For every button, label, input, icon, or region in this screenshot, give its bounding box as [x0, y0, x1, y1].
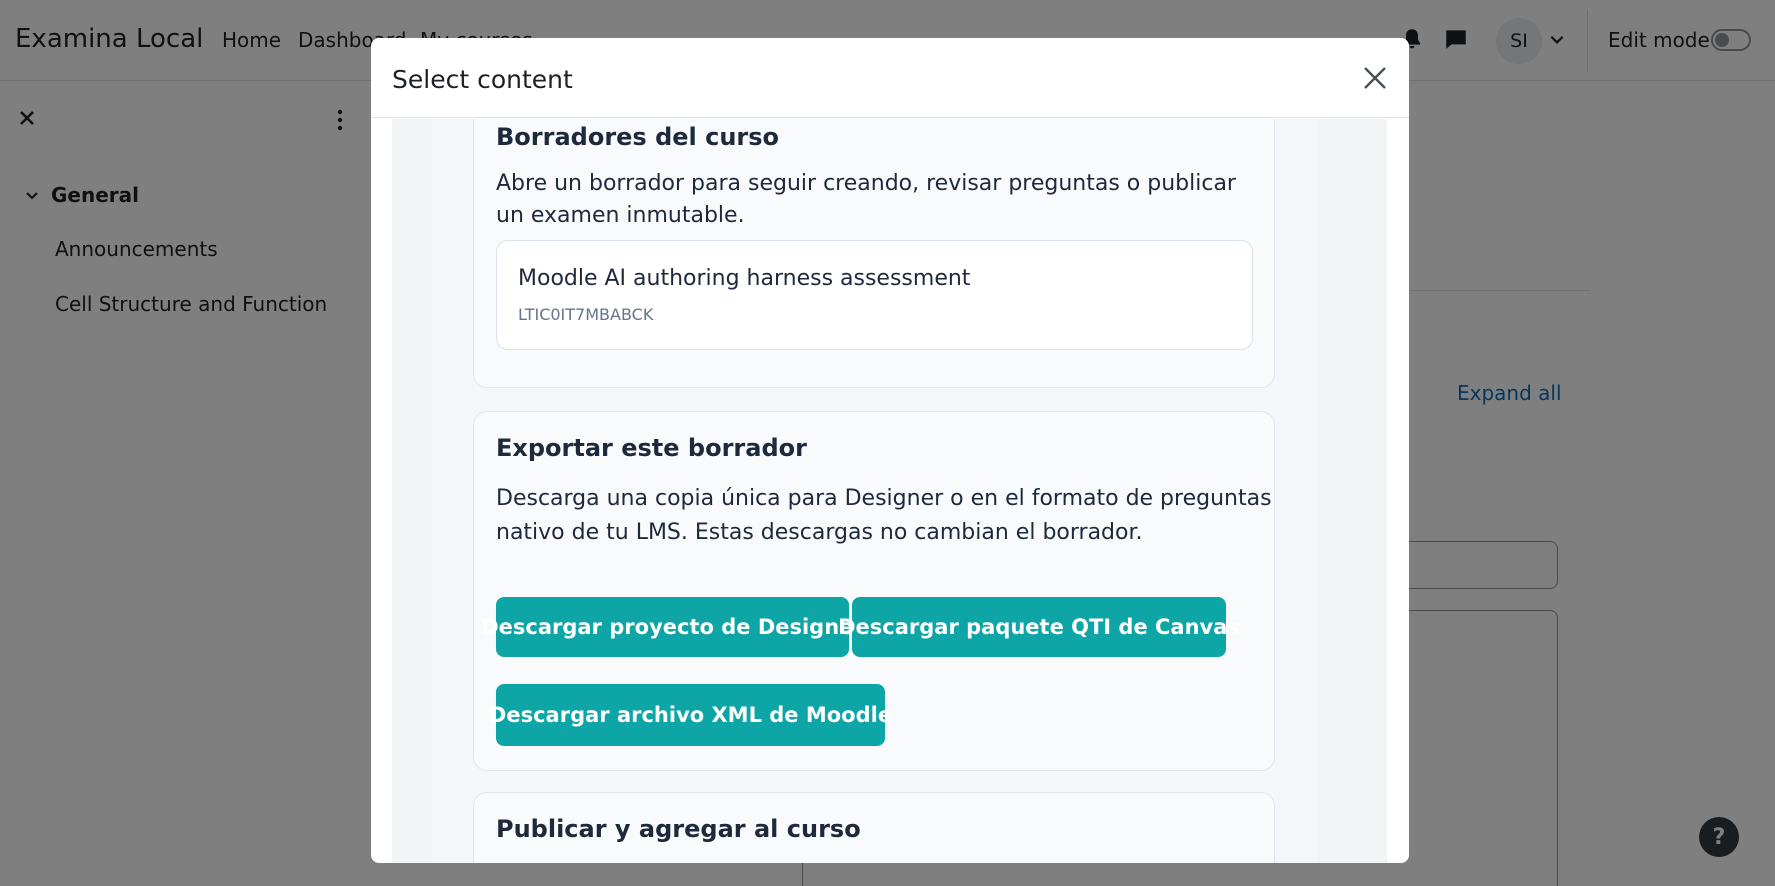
select-content-modal: Select content Borradores del curso Abre…	[371, 38, 1409, 863]
download-canvas-qti-button[interactable]: Descargar paquete QTI de Canvas	[838, 597, 1240, 657]
course-drafts-description-line1: Abre un borrador para seguir creando, re…	[496, 171, 1236, 196]
close-icon[interactable]	[1362, 65, 1388, 91]
download-designer-project-button[interactable]: Descargar proyecto de Designer	[481, 597, 864, 657]
course-drafts-description-line2: un examen inmutable.	[496, 203, 745, 228]
modal-header: Select content	[371, 38, 1409, 118]
export-draft-title: Exportar este borrador	[496, 434, 807, 462]
lti-content-frame: Borradores del curso Abre un borrador pa…	[432, 119, 1317, 863]
export-draft-description-line2: nativo de tu LMS. Estas descargas no cam…	[496, 520, 1143, 545]
draft-code: LTIC0IT7MBABCK	[518, 305, 654, 324]
draft-name: Moodle AI authoring harness assessment	[518, 266, 971, 291]
draft-list-item[interactable]: Moodle AI authoring harness assessment L…	[496, 240, 1253, 350]
modal-title: Select content	[392, 65, 573, 94]
export-draft-card: Exportar este borrador Descarga una copi…	[473, 411, 1275, 771]
export-draft-description-line1: Descarga una copia única para Designer o…	[496, 486, 1272, 511]
publish-card: Publicar y agregar al curso	[473, 792, 1275, 863]
course-drafts-card: Borradores del curso Abre un borrador pa…	[473, 119, 1275, 388]
modal-body[interactable]: Borradores del curso Abre un borrador pa…	[392, 119, 1387, 863]
course-drafts-title: Borradores del curso	[496, 123, 780, 151]
publish-title: Publicar y agregar al curso	[496, 815, 861, 843]
download-moodle-xml-button[interactable]: Descargar archivo XML de Moodle	[489, 684, 892, 746]
